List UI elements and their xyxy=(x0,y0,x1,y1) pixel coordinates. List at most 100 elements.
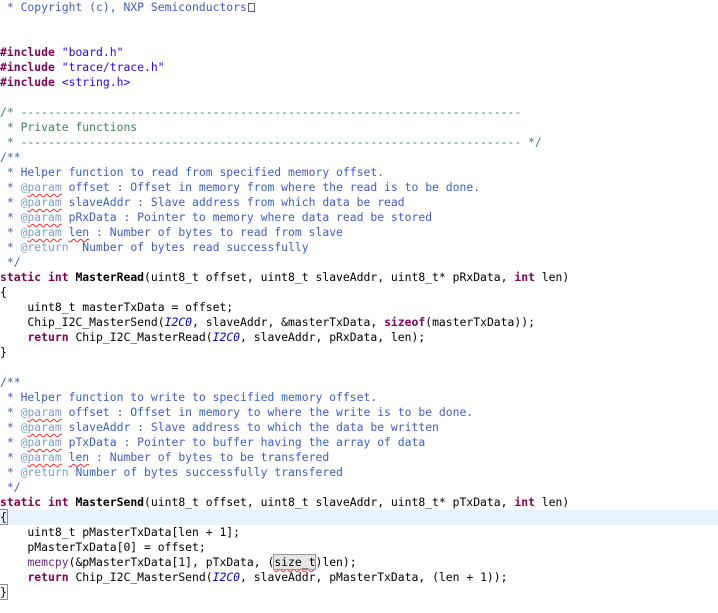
code-line[interactable]: #include "board.h" xyxy=(0,45,718,60)
code-token: pTxData : Pointer to buffer having the a… xyxy=(61,435,426,449)
code-token: , slaveAddr, pMasterTxData, (len + 1)); xyxy=(240,570,508,584)
code-token: , slaveAddr, pRxData, len); xyxy=(240,330,426,344)
code-token: #include xyxy=(0,75,55,89)
code-line[interactable]: * @return Number of bytes successfully t… xyxy=(0,465,718,480)
code-token: int xyxy=(514,495,535,509)
code-line[interactable]: * @param len : Number of bytes to read f… xyxy=(0,225,718,240)
code-line[interactable]: uint8_t masterTxData = offset; xyxy=(0,300,718,315)
code-token: * Helper function to read from specified… xyxy=(0,165,385,179)
code-token: @return xyxy=(20,240,69,254)
code-token: param xyxy=(27,450,62,464)
code-line[interactable]: #include <string.h> xyxy=(0,75,718,90)
code-token: slaveAddr : Slave address from which dat… xyxy=(61,195,405,209)
code-token: param xyxy=(27,225,62,239)
code-token: int xyxy=(48,495,69,509)
code-line[interactable]: return Chip_I2C_MasterSend(I2C0, slaveAd… xyxy=(0,570,718,585)
code-token: pRxData : Pointer to memory where data r… xyxy=(61,210,433,224)
code-token: memcpy xyxy=(27,555,69,569)
code-line[interactable]: * @param pRxData : Pointer to memory whe… xyxy=(0,210,718,225)
text-cursor xyxy=(6,510,8,523)
code-token: Chip_I2C_MasterRead( xyxy=(68,330,213,344)
code-token: #include xyxy=(0,60,55,74)
code-line[interactable]: * Private functions xyxy=(0,120,718,135)
code-line[interactable]: /** xyxy=(0,150,718,165)
code-line[interactable]: * --------------------------------------… xyxy=(0,135,718,150)
code-line[interactable]: return Chip_I2C_MasterRead(I2C0, slaveAd… xyxy=(0,330,718,345)
code-line[interactable]: /** xyxy=(0,375,718,390)
code-token: param xyxy=(27,180,62,194)
code-line[interactable]: * @param len : Number of bytes to be tra… xyxy=(0,450,718,465)
code-line[interactable]: */ xyxy=(0,480,718,495)
fold-expand-icon[interactable] xyxy=(247,3,255,12)
code-token: (&pMasterTxData[1], pTxData, ( xyxy=(68,555,275,569)
code-token: */ xyxy=(0,255,21,269)
code-token: /** xyxy=(0,150,21,164)
code-token: param xyxy=(27,420,62,434)
code-line[interactable]: * Helper function to write to specified … xyxy=(0,390,718,405)
code-line[interactable]: * @param offset : Offset in memory to wh… xyxy=(0,405,718,420)
code-line[interactable]: /* -------------------------------------… xyxy=(0,105,718,120)
code-line[interactable]: uint8_t pMasterTxData[len + 1]; xyxy=(0,525,718,540)
code-token: static xyxy=(0,270,42,284)
code-token: len xyxy=(68,450,90,464)
code-editor[interactable]: * Copyright (c), NXP Semiconductors #incl… xyxy=(0,0,718,613)
code-token: * Copyright (c), NXP Semiconductors xyxy=(0,0,247,14)
current-code-line[interactable]: { xyxy=(0,509,718,525)
code-token: pMasterTxData[0] = offset; xyxy=(0,540,206,554)
code-token: "board.h" xyxy=(61,45,124,59)
code-token: * xyxy=(0,405,21,419)
code-line[interactable]: } xyxy=(0,345,718,360)
code-token: , slaveAddr, &masterTxData, xyxy=(192,315,385,329)
code-line[interactable]: * @param pTxData : Pointer to buffer hav… xyxy=(0,435,718,450)
code-token: @return xyxy=(20,465,69,479)
code-line[interactable]: */ xyxy=(0,255,718,270)
code-token: * Private functions xyxy=(0,120,138,134)
code-line[interactable]: * @param offset : Offset in memory from … xyxy=(0,180,718,195)
code-token: * xyxy=(0,180,21,194)
code-token: static xyxy=(0,495,42,509)
code-token: #include xyxy=(0,45,55,59)
code-token: : Number of bytes to be transfered xyxy=(89,450,330,464)
code-token: )len); xyxy=(315,555,357,569)
code-token: Number of bytes read successfully xyxy=(68,240,309,254)
code-token: * Helper function to write to specified … xyxy=(0,390,378,404)
code-token: */ xyxy=(0,480,21,494)
code-line[interactable]: } xyxy=(0,584,718,600)
code-token: { xyxy=(0,285,7,299)
code-token: /* -------------------------------------… xyxy=(0,105,522,119)
code-line[interactable]: #include "trace/trace.h" xyxy=(0,60,718,75)
code-token: * xyxy=(0,195,21,209)
code-token: I2C0 xyxy=(212,570,241,584)
code-token: * xyxy=(0,240,21,254)
code-line[interactable]: static int MasterSend(uint8_t offset, ui… xyxy=(0,495,718,510)
code-token: len xyxy=(68,225,90,239)
code-token: len) xyxy=(534,270,570,284)
code-token: Chip_I2C_MasterSend( xyxy=(0,315,165,329)
code-line[interactable]: * Copyright (c), NXP Semiconductors xyxy=(0,0,718,15)
code-token: (masterTxData)); xyxy=(425,315,535,329)
code-line[interactable]: * @param slaveAddr : Slave address to wh… xyxy=(0,420,718,435)
code-line[interactable]: static int MasterRead(uint8_t offset, ui… xyxy=(0,270,718,285)
code-token: return xyxy=(27,570,69,584)
code-line[interactable]: { xyxy=(0,285,718,300)
code-line[interactable]: * Helper function to read from specified… xyxy=(0,165,718,180)
code-token: * xyxy=(0,420,21,434)
code-line[interactable]: memcpy(&pMasterTxData[1], pTxData, (size… xyxy=(0,554,718,570)
code-line[interactable]: * @return Number of bytes read successfu… xyxy=(0,240,718,255)
code-token: * xyxy=(0,465,21,479)
code-token: I2C0 xyxy=(164,315,193,329)
code-line[interactable]: pMasterTxData[0] = offset; xyxy=(0,540,718,555)
code-token: param xyxy=(27,435,62,449)
code-token: param xyxy=(27,195,62,209)
code-token: uint8_t masterTxData = offset; xyxy=(0,300,234,314)
code-token: offset : Offset in memory from where the… xyxy=(61,180,481,194)
code-line[interactable]: * @param slaveAddr : Slave address from … xyxy=(0,195,718,210)
code-line[interactable]: Chip_I2C_MasterSend(I2C0, slaveAddr, &ma… xyxy=(0,315,718,330)
